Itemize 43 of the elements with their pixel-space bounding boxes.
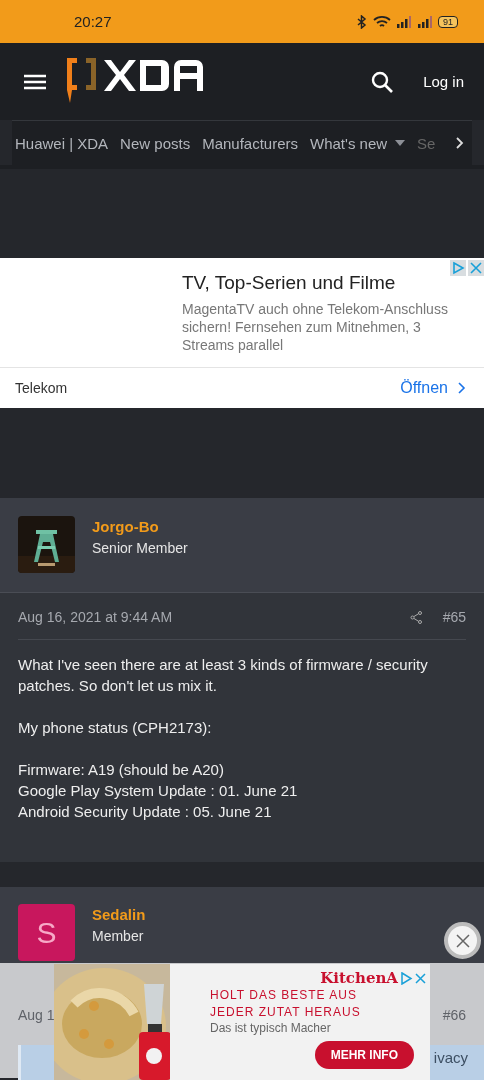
more-info-button[interactable]: MEHR INFO: [314, 1041, 414, 1069]
ad-headline: HOLT DAS BESTE AUS JEDER ZUTAT HERAUS: [210, 987, 362, 1021]
nav-link[interactable]: New posts: [120, 134, 191, 152]
user-role: Senior Member: [92, 540, 188, 556]
open-link[interactable]: Öffnen: [400, 378, 466, 397]
battery-level: 91: [438, 15, 458, 28]
ad-tagline: Das ist typisch Macher: [210, 1021, 332, 1035]
ad-choices-icon[interactable]: [400, 971, 413, 985]
brand-name: KitchenA: [320, 969, 398, 987]
author-link[interactable]: Jorgo-Bo: [92, 518, 188, 535]
post-number[interactable]: #65: [442, 609, 466, 625]
caret-icon: [395, 140, 406, 146]
wifi-icon: [373, 14, 391, 29]
nav-link[interactable]: Huawei | XDA: [15, 134, 109, 152]
close-icon[interactable]: [415, 972, 426, 984]
share-icon[interactable]: [409, 610, 423, 624]
post-paragraph: My phone status (CPH2173):: [18, 718, 213, 738]
close-icon: [454, 932, 471, 949]
chevron-right-icon: [458, 381, 466, 394]
author-link[interactable]: Sedalin: [92, 906, 146, 923]
signal-icon: [396, 15, 412, 28]
nav-link[interactable]: What's new: [310, 134, 406, 152]
ad-banner[interactable]: KitchenA HOLT DAS BESTE AUS JEDER ZUTAT HERAUS Das ist typisch Macher MEHR INFO: [54, 964, 430, 1080]
status-time: 20:27: [74, 13, 112, 30]
signal-icon: [417, 15, 433, 28]
login-link[interactable]: Log in: [423, 73, 464, 90]
avatar[interactable]: S: [18, 904, 75, 961]
menu-icon[interactable]: [24, 73, 46, 90]
privacy-link[interactable]: ivacy: [433, 1049, 468, 1080]
post-date: Aug 1: [18, 1007, 55, 1023]
ad-text: MagentaTV auch ohne Telekom-Anschluss sichern! Fernsehen zum Mitnehmen, 3 Streams parallel: [182, 300, 449, 354]
chevron-right-icon[interactable]: [456, 137, 464, 149]
post-date[interactable]: Aug 16, 2021 at 9:44 AM: [18, 609, 173, 625]
nav-link[interactable]: Manufacturers: [202, 134, 298, 152]
ad-banner[interactable]: TV, Top-Serien und Filme MagentaTV auch ohne Telekom-Anschluss sichern! Fernsehen zum Mitnehmen, 3 Streams parallel Telekom Öffnen: [0, 258, 484, 408]
advertiser-name: Telekom: [15, 379, 68, 396]
user-role: Member: [92, 928, 145, 944]
post-number: #66: [442, 1007, 466, 1023]
ad-title: TV, Top-Serien und Filme: [182, 272, 397, 294]
bluetooth-icon: [356, 14, 368, 29]
post-paragraph: Firmware: A19 (should be A20) Google Play System Update : 01. June 21 Android Security Update : 05. June 21: [18, 760, 299, 822]
search-icon[interactable]: [371, 70, 394, 93]
post-paragraph: What I've seen there are at least 3 kinds of firmware / security patches. So don't let us mix it.: [18, 655, 429, 696]
